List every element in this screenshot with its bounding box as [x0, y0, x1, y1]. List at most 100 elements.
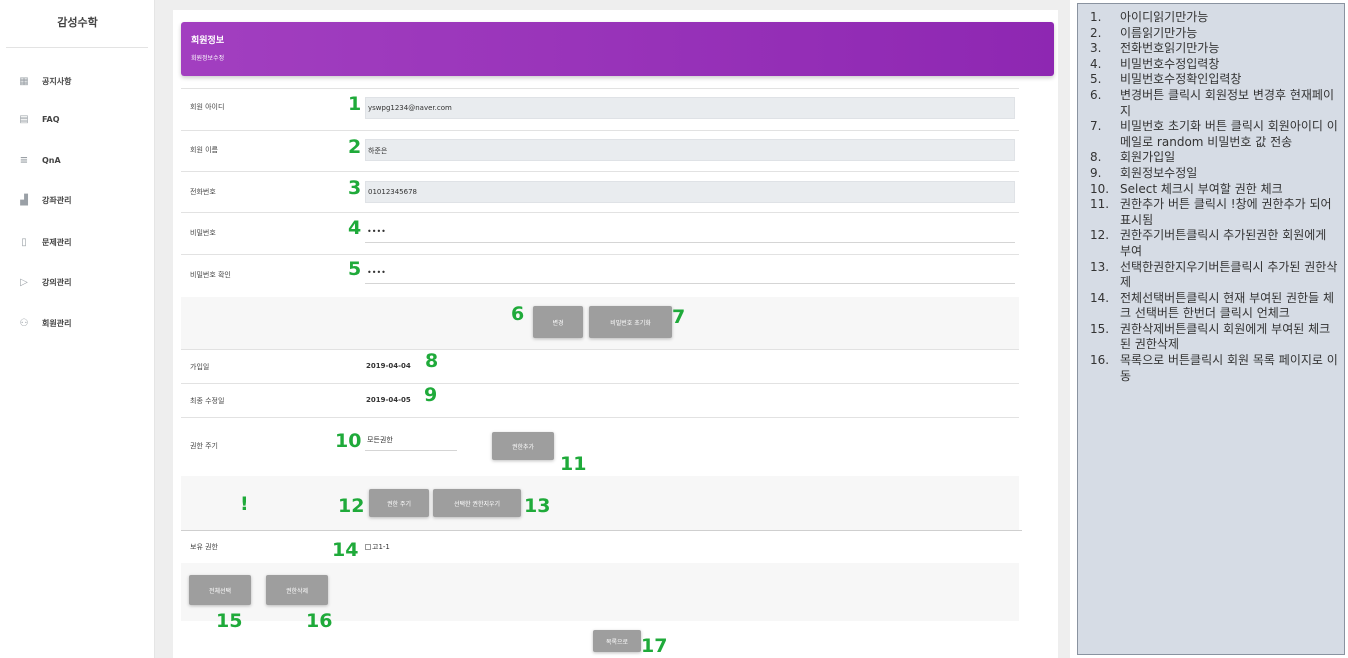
annotation-item: 4. 비밀번호수정입력창: [1090, 56, 1220, 71]
marker-4: 4: [348, 217, 362, 239]
divider: [181, 383, 1019, 384]
users-icon: ⚇: [19, 317, 29, 329]
annotation-item: 16. 목록으로 버튼클릭시 회원 목록 페이지로 이동: [1090, 353, 1338, 383]
marker-13: 13: [524, 495, 551, 517]
marker-9: 9: [424, 384, 438, 406]
grant-action-row: [181, 476, 1019, 530]
marker-3: 3: [348, 177, 362, 199]
grid-icon: ▦: [19, 75, 29, 87]
annotation-item: 1. 아이디읽기만가능: [1090, 10, 1209, 24]
password-label: 비밀번호: [190, 229, 216, 237]
book-icon: ▯: [21, 236, 27, 248]
marker-6: 6: [511, 303, 525, 325]
divider: [181, 417, 1019, 418]
sidebar-item-qna[interactable]: ≡ QnA: [18, 151, 61, 169]
name-label: 회원 이름: [190, 146, 218, 154]
sidebar-item-label: FAQ: [42, 114, 60, 124]
divider: [181, 530, 1022, 531]
divider: [6, 47, 148, 48]
document-icon: ▤: [19, 113, 29, 125]
annotation-item: 5. 비밀번호수정확인입력창: [1090, 72, 1242, 87]
sidebar-item-problem[interactable]: ▯ 문제관리: [18, 233, 71, 251]
give-grant-button[interactable]: 권한 주기: [369, 489, 429, 517]
annotation-item: 6. 변경버튼 클릭시 회원정보 변경후 현재페이지: [1090, 87, 1334, 118]
sidebar-item-notice[interactable]: ▦ 공지사항: [18, 72, 71, 90]
divider: [181, 349, 1019, 350]
remove-selected-grant-button[interactable]: 선택한 권한지우기: [433, 489, 521, 517]
sidebar-item-label: 강좌관리: [42, 195, 72, 205]
password-field[interactable]: ••••: [365, 225, 1015, 243]
sidebar-item-label: QnA: [42, 155, 61, 165]
list-icon: ≡: [19, 154, 29, 166]
divider: [181, 212, 1019, 213]
annotation-item: 14. 전체선택버튼클릭시 현재 부여된 권한들 체크 선택버튼 한번더 클릭시 …: [1090, 290, 1334, 321]
annotation-item: 15. 권한삭제버튼클릭시 회원에게 부여된 체크된 권한삭제: [1090, 321, 1331, 352]
phone-label: 전화번호: [190, 188, 216, 196]
marker-10: 10: [335, 430, 362, 452]
divider: [181, 171, 1019, 172]
modified-value: 2019-04-05: [366, 396, 411, 404]
chart-icon: ▟: [20, 194, 28, 206]
marker-17: 17: [641, 635, 668, 657]
brand-title: 감성수학: [57, 16, 98, 29]
annotation-item: 2. 이름읽기만가능: [1090, 25, 1198, 40]
marker-16: 16: [306, 610, 333, 632]
joined-value: 2019-04-04: [366, 362, 411, 370]
id-field[interactable]: yswpg1234@naver.com: [365, 97, 1015, 119]
page-title: 회원정보: [191, 36, 225, 46]
joined-label: 가입일: [190, 363, 210, 371]
checkbox-icon[interactable]: [365, 544, 371, 550]
annotation-item: 9. 회원정보수정일: [1090, 165, 1198, 180]
sidebar: 감성수학 ▦ 공지사항 ▤ FAQ ≡ QnA ▟ 강좌관리 ▯ 문제관리 ▷ …: [0, 0, 155, 658]
marker-2: 2: [348, 136, 362, 158]
play-icon: ▷: [20, 276, 28, 288]
sidebar-item-lecture[interactable]: ▷ 강의관리: [18, 273, 71, 291]
sidebar-item-label: 문제관리: [42, 237, 72, 247]
owned-grant-item[interactable]: 고1-1: [365, 542, 390, 552]
marker-12: 12: [338, 495, 365, 517]
marker-15: 15: [216, 610, 243, 632]
annotation-list: 1. 아이디읽기만가능 2. 이름읽기만가능 3. 전화번호읽기만가능 4. 비밀번호수…: [1078, 4, 1344, 384]
modified-label: 최종 수정일: [190, 397, 225, 405]
marker-8: 8: [425, 350, 439, 372]
annotation-item: 10. Select 체크시 부여할 권한 체크: [1090, 181, 1283, 196]
grant-select[interactable]: 모든권한: [365, 431, 457, 451]
owned-grants-label: 보유 권한: [190, 543, 218, 551]
annotation-item: 7. 비밀번호 초기화 버튼 클릭시 회원아이디 이메일로 random 비밀번호…: [1090, 119, 1338, 149]
add-grant-button[interactable]: 권한추가: [492, 432, 554, 460]
exclaim-marker: !: [240, 493, 249, 515]
divider: [181, 88, 1019, 89]
marker-11: 11: [560, 453, 587, 475]
list-button[interactable]: 목록으로: [593, 630, 641, 652]
id-label: 회원 아이디: [190, 103, 225, 111]
page-header: 회원정보 회원정보수정: [181, 22, 1054, 76]
sidebar-item-member[interactable]: ⚇ 회원관리: [18, 314, 72, 332]
annotation-panel: 1. 아이디읽기만가능 2. 이름읽기만가능 3. 전화번호읽기만가능 4. 비밀번호수…: [1077, 3, 1345, 655]
annotation-item: 12. 권한주기버튼클릭시 추가된권한 회원에게 부여: [1090, 228, 1327, 258]
sidebar-item-label: 강의관리: [42, 277, 72, 287]
annotation-item: 13. 선택한권한지우기버튼클릭시 추가된 권한삭제: [1090, 259, 1338, 290]
annotation-item: 11. 권한추가 버튼 클릭시 !창에 권한추가 되어 표시됨: [1090, 197, 1332, 227]
delete-grant-button[interactable]: 권한삭제: [266, 575, 328, 605]
sidebar-item-course[interactable]: ▟ 강좌관리: [18, 191, 71, 209]
marker-14: 14: [332, 539, 359, 561]
marker-7: 7: [672, 306, 686, 328]
select-all-button[interactable]: 전체선택: [189, 575, 251, 605]
sidebar-item-label: 공지사항: [42, 76, 72, 86]
grant-label: 권한 주기: [190, 442, 218, 450]
change-button[interactable]: 변경: [533, 306, 583, 338]
reset-password-button[interactable]: 비밀번호 초기화: [589, 306, 672, 338]
page-subtitle: 회원정보수정: [191, 55, 225, 62]
annotation-item: 3. 전화번호읽기만가능: [1090, 41, 1220, 56]
sidebar-item-label: 회원관리: [42, 318, 72, 328]
sidebar-item-faq[interactable]: ▤ FAQ: [18, 110, 60, 128]
password-confirm-field[interactable]: ••••: [365, 266, 1015, 284]
divider: [181, 254, 1019, 255]
password-confirm-label: 비밀번호 확인: [190, 271, 231, 279]
name-field[interactable]: 하준은: [365, 139, 1015, 161]
divider: [181, 130, 1019, 131]
phone-field[interactable]: 01012345678: [365, 181, 1015, 203]
annotation-item: 8. 회원가입일: [1090, 150, 1176, 165]
owned-grant-label: 고1-1: [372, 543, 390, 551]
marker-5: 5: [348, 258, 362, 280]
